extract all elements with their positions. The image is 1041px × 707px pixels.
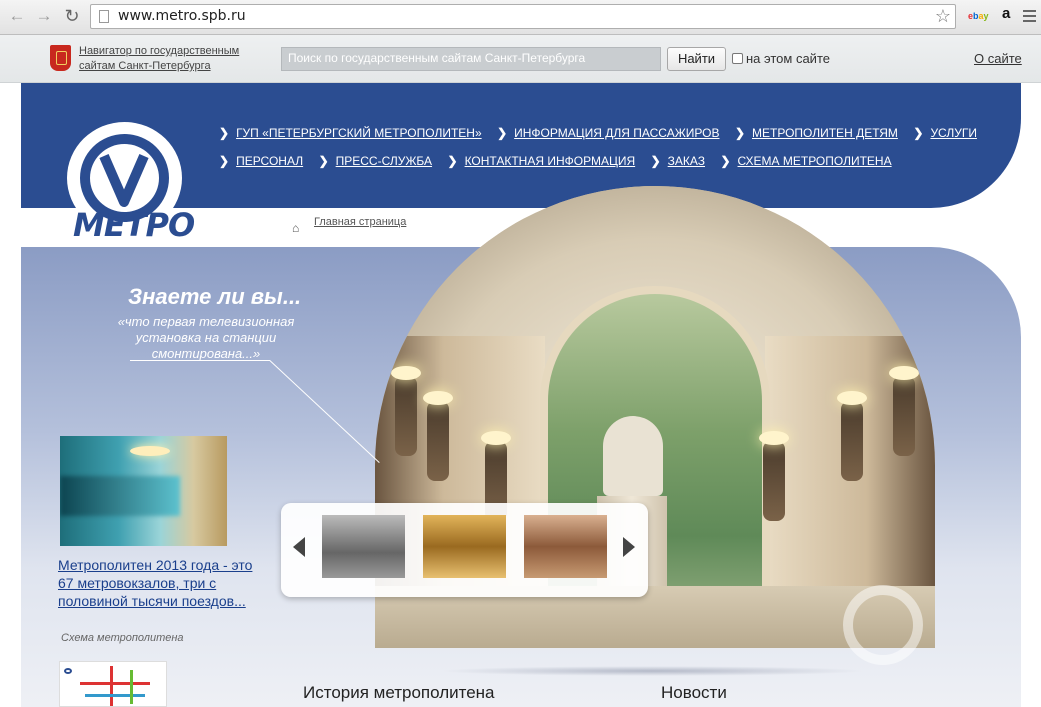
page-icon [99, 10, 109, 23]
chevron-right-icon: ❯ [318, 154, 329, 168]
nav-item-services[interactable]: ❯ УСЛУГИ [913, 126, 977, 140]
chevron-right-icon: ❯ [497, 126, 508, 140]
did-you-know-text[interactable]: «что первая телевизионная установка на с… [101, 314, 311, 362]
lamp [759, 431, 789, 521]
nav-item-staff[interactable]: ❯ ПЕРСОНАЛ [219, 154, 303, 168]
lamp [889, 366, 919, 456]
chevron-right-icon: ❯ [913, 126, 924, 140]
metro-watermark-icon [843, 585, 923, 665]
chevron-right-icon: ❯ [650, 154, 661, 168]
home-icon[interactable]: ⌂ [292, 221, 299, 235]
shadow-divider [440, 666, 865, 676]
nav-item-scheme[interactable]: ❯ СХЕМА МЕТРОПОЛИТЕНА [720, 154, 891, 168]
section-news-title[interactable]: Новости [661, 683, 727, 703]
logo-text: МЕТРО [73, 206, 195, 244]
news-thumbnail[interactable] [60, 436, 227, 546]
nav-row-1: ❯ ГУП «ПЕТЕРБУРГСКИЙ МЕТРОПОЛИТЕН» ❯ ИНФОР… [219, 124, 988, 142]
browser-menu-icon[interactable] [1023, 10, 1036, 25]
carousel-thumb[interactable] [423, 515, 506, 578]
spb-emblem-icon [50, 45, 71, 71]
lamp [423, 391, 453, 481]
scheme-thumbnail[interactable] [59, 661, 167, 707]
chevron-right-icon: ❯ [734, 126, 745, 140]
address-bar[interactable]: www.metro.spb.ru ☆ [90, 4, 956, 29]
carousel-thumb[interactable] [322, 515, 405, 578]
reload-icon: ↻ [64, 6, 80, 26]
lamp [837, 391, 867, 481]
chevron-right-icon: ❯ [720, 154, 731, 168]
chevron-right-icon: ❯ [447, 154, 458, 168]
gov-navigator-bar: Навигатор по государственным сайтам Санк… [0, 35, 1041, 83]
amazon-extension-icon[interactable]: a [1002, 5, 1010, 22]
nav-item-contacts[interactable]: ❯ КОНТАКТНАЯ ИНФОРМАЦИЯ [448, 154, 636, 168]
did-you-know-title: Знаете ли вы... [128, 284, 302, 309]
back-button[interactable]: ← [7, 6, 27, 26]
did-you-know-underline [130, 360, 270, 361]
station-statue [603, 416, 663, 496]
carousel-next-icon[interactable] [623, 537, 635, 557]
nav-item-gup[interactable]: ❯ ГУП «ПЕТЕРБУРГСКИЙ МЕТРОПОЛИТЕН» [219, 126, 482, 140]
lamp [391, 366, 421, 456]
chevron-right-icon: ❯ [219, 126, 230, 140]
chevron-right-icon: ❯ [219, 154, 230, 168]
metro-logo[interactable]: МЕТРО [67, 122, 195, 244]
section-history-title[interactable]: История метрополитена [303, 683, 495, 703]
nav-item-press[interactable]: ❯ ПРЕСС-СЛУЖБА [319, 154, 432, 168]
nav-item-order[interactable]: ❯ ЗАКАЗ [651, 154, 705, 168]
reload-button[interactable]: ↻ [62, 6, 82, 26]
carousel-prev-icon[interactable] [293, 537, 305, 557]
gov-search-input[interactable]: Поиск по государственным сайтам Санкт-Пе… [281, 47, 661, 71]
nav-item-passengers[interactable]: ❯ ИНФОРМАЦИЯ ДЛЯ ПАССАЖИРОВ [497, 126, 719, 140]
about-site-link[interactable]: О сайте [974, 51, 1022, 66]
scheme-label: Схема метрополитена [61, 632, 184, 644]
arrow-left-icon: ← [8, 6, 26, 25]
this-site-checkbox-label: на этом сайте [746, 51, 830, 66]
nav-row-2: ❯ ПЕРСОНАЛ ❯ ПРЕСС-СЛУЖБА ❯ КОНТАКТНАЯ ИНФО… [219, 152, 903, 170]
gov-search-button[interactable]: Найти [667, 47, 726, 71]
nav-item-kids[interactable]: ❯ МЕТРОПОЛИТЕН ДЕТЯМ [735, 126, 898, 140]
photo-carousel [281, 503, 648, 597]
forward-button[interactable]: → [34, 6, 54, 26]
ebay-extension-icon[interactable]: ebay [968, 11, 989, 21]
news-link[interactable]: Метрополитен 2013 года - это 67 метровок… [58, 556, 268, 610]
gov-navigator-link[interactable]: Навигатор по государственным сайтам Санк… [79, 44, 269, 74]
this-site-checkbox[interactable] [732, 53, 743, 64]
arrow-right-icon: → [35, 6, 53, 25]
bookmark-star-icon[interactable]: ☆ [935, 5, 951, 28]
url-text[interactable]: www.metro.spb.ru [118, 8, 246, 24]
carousel-thumb[interactable] [524, 515, 607, 578]
browser-toolbar: ← → ↻ www.metro.spb.ru ☆ ebay a [0, 0, 1041, 35]
